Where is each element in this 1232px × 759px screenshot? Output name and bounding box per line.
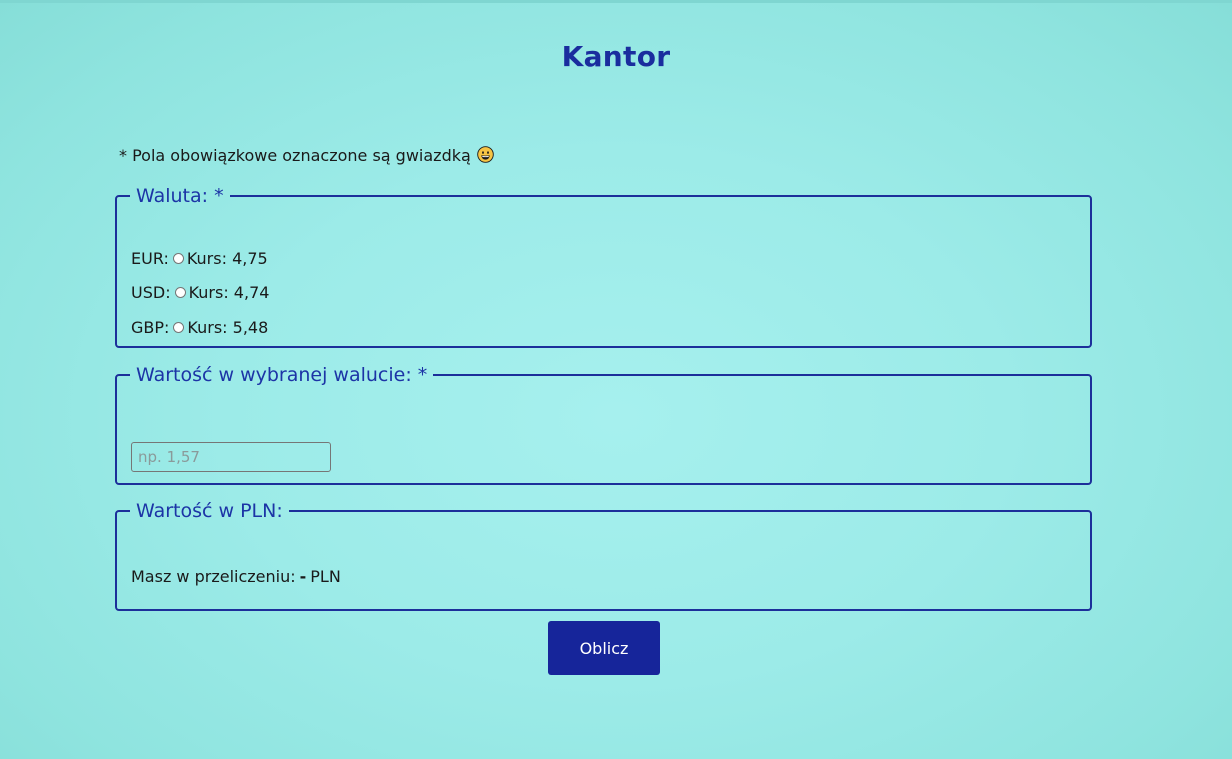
currency-option-gbp: GBP: Kurs: 5,48 (131, 317, 268, 337)
amount-legend: Wartość w wybranej walucie: * (136, 364, 428, 386)
amount-fieldset: Wartość w wybranej walucie: * (115, 364, 1092, 485)
currency-rate-label: Kurs: 4,74 (188, 282, 270, 302)
currency-fieldset: Waluta: * EUR: Kurs: 4,75 USD: Kurs: 4,7… (115, 185, 1092, 348)
pln-result-legend: Wartość w PLN: (136, 500, 283, 522)
calculate-button[interactable]: Oblicz (548, 621, 660, 675)
currency-option-eur: EUR: Kurs: 4,75 (131, 248, 268, 268)
grinning-face-icon (477, 146, 494, 163)
currency-option-usd: USD: Kurs: 4,74 (131, 282, 269, 302)
currency-rate-label: Kurs: 5,48 (187, 317, 269, 337)
top-border-line (0, 0, 1232, 3)
eur-radio[interactable] (172, 252, 184, 264)
currency-rate-label: Kurs: 4,75 (186, 248, 268, 268)
required-fields-note: * Pola obowiązkowe oznaczone są gwiazdką (119, 146, 494, 165)
page-title: Kantor (561, 40, 671, 73)
usd-radio[interactable] (174, 286, 186, 298)
pln-result-fieldset: Wartość w PLN: Masz w przeliczeniu: - PL… (115, 500, 1092, 611)
result-prefix: Masz w przeliczeniu: (131, 567, 296, 586)
amount-input[interactable] (131, 442, 331, 472)
gbp-radio[interactable] (173, 321, 185, 333)
result-value: - (299, 567, 307, 586)
currency-code-label: USD: (131, 282, 171, 302)
conversion-result: Masz w przeliczeniu: - PLN (131, 567, 341, 586)
currency-legend: Waluta: * (136, 185, 224, 207)
result-unit: PLN (310, 567, 341, 586)
currency-code-label: GBP: (131, 317, 170, 337)
required-fields-note-text: * Pola obowiązkowe oznaczone są gwiazdką (119, 146, 471, 165)
currency-code-label: EUR: (131, 248, 169, 268)
